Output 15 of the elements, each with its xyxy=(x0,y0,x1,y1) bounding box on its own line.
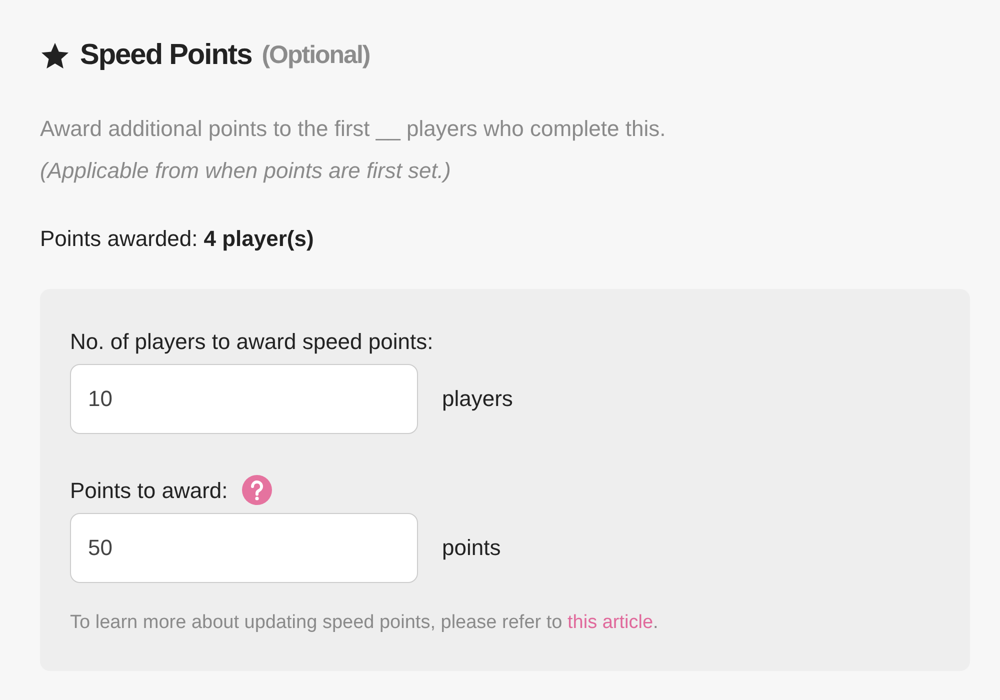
help-icon[interactable] xyxy=(242,475,272,505)
description-note: (Applicable from when points are first set.) xyxy=(40,156,452,185)
number-field[interactable]: 10 xyxy=(70,364,418,434)
star-icon xyxy=(40,40,70,71)
section-title: Speed Points xyxy=(80,38,252,73)
description: Award additional points to the first __ players who complete this. xyxy=(40,114,667,143)
footer-note: To learn more about updating speed points, please refer to this article. xyxy=(70,610,660,634)
optional-note: (Optional) xyxy=(262,40,370,71)
field-label: No. of players to award speed points: xyxy=(70,328,434,356)
points-awarded-label: Points awarded: xyxy=(40,224,198,252)
unit-label: players xyxy=(442,385,513,413)
field-label: Points to award: xyxy=(70,476,228,504)
number-field[interactable]: 50 xyxy=(70,512,418,582)
unit-label: points xyxy=(442,534,501,562)
points-awarded-value: 4 player(s) xyxy=(204,224,314,253)
